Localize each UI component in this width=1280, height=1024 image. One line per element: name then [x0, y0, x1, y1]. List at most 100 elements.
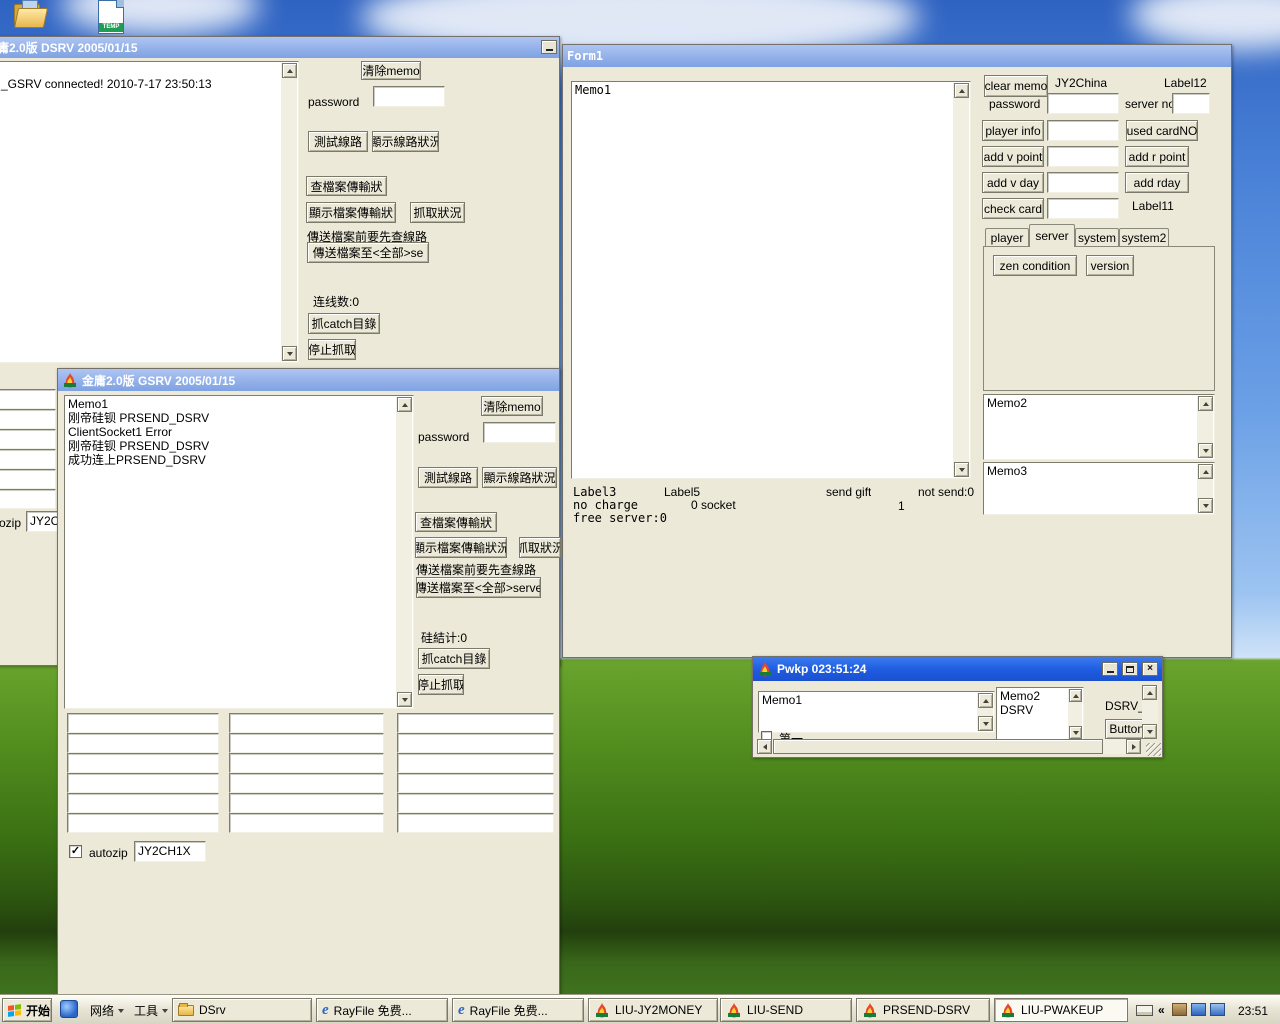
- dsrv-check-file-transfer-button[interactable]: 查檔案傳輸狀: [306, 176, 387, 196]
- dsrv-catch-status-button[interactable]: 抓取狀況: [410, 202, 465, 223]
- pwkp-titlebar[interactable]: Pwkp 023:51:24 ×: [753, 657, 1162, 681]
- text-field[interactable]: [0, 389, 56, 409]
- scrollbar[interactable]: [1197, 464, 1213, 513]
- dsrv-memo[interactable]: _GSRV connected! 2010-7-17 23:50:13: [0, 61, 299, 363]
- form1-memo2[interactable]: Memo2: [983, 394, 1215, 460]
- vertical-scrollbar[interactable]: [1142, 685, 1158, 739]
- form1-server-no-field[interactable]: [1172, 93, 1210, 114]
- form1-player-info-button[interactable]: player info: [982, 120, 1044, 141]
- scroll-up-button[interactable]: [1198, 464, 1213, 479]
- text-field[interactable]: [67, 813, 219, 833]
- gsrv-autozip-checkbox[interactable]: ✓: [69, 845, 82, 858]
- form1-used-cardno-button[interactable]: used cardNO: [1126, 120, 1198, 141]
- text-field[interactable]: [397, 733, 554, 753]
- toolbar-menu-network[interactable]: 网络: [90, 1002, 124, 1019]
- scroll-down-button[interactable]: [1198, 498, 1213, 513]
- scroll-up-button[interactable]: [1069, 689, 1082, 702]
- dsrv-test-line-button[interactable]: 測試線路: [308, 131, 368, 152]
- desktop-icon-temp[interactable]: TEMP: [94, 0, 134, 40]
- scroll-right-button[interactable]: [1126, 739, 1141, 754]
- tab-system[interactable]: system: [1075, 228, 1119, 247]
- dsrv-stop-catch-button[interactable]: 停止抓取: [308, 339, 356, 360]
- dsrv-show-line-button[interactable]: 顯示線路狀況: [372, 131, 439, 152]
- text-field[interactable]: [397, 813, 554, 833]
- form1-add-rday-button[interactable]: add rday: [1125, 172, 1189, 193]
- text-field[interactable]: [0, 489, 56, 509]
- taskbar-item-dsrv[interactable]: DSrv: [172, 998, 312, 1022]
- form1-memo3[interactable]: Memo3: [983, 462, 1215, 515]
- horizontal-scrollbar[interactable]: [757, 739, 1141, 754]
- dsrv-titlebar[interactable]: 金庸2.0版 DSRV 2005/01/15: [0, 37, 559, 58]
- text-field[interactable]: [0, 449, 56, 469]
- keyboard-layout-icon[interactable]: [1136, 1005, 1153, 1016]
- scroll-down-button[interactable]: [1142, 724, 1157, 739]
- tab-server[interactable]: server: [1029, 224, 1075, 247]
- toolbar-menu-tools[interactable]: 工具: [134, 1002, 168, 1019]
- form1-add-v-day-button[interactable]: add v day: [982, 172, 1044, 193]
- form1-check-card-button[interactable]: check card: [982, 198, 1044, 219]
- text-field[interactable]: [67, 773, 219, 793]
- text-field[interactable]: [397, 753, 554, 773]
- text-field[interactable]: [229, 773, 384, 793]
- scroll-down-button[interactable]: [978, 716, 993, 731]
- scrollbar[interactable]: [953, 83, 969, 477]
- quick-launch-icon[interactable]: [60, 1000, 78, 1018]
- text-field[interactable]: [229, 733, 384, 753]
- scroll-left-button[interactable]: [757, 739, 772, 754]
- text-field[interactable]: [229, 713, 384, 733]
- text-field[interactable]: [67, 713, 219, 733]
- scrollbar[interactable]: [1068, 689, 1082, 739]
- taskbar-item-rayfile-2[interactable]: e RayFile 免费...: [452, 998, 584, 1022]
- scroll-up-button[interactable]: [954, 83, 969, 98]
- scroll-down-button[interactable]: [282, 346, 297, 361]
- scroll-up-button[interactable]: [397, 397, 412, 412]
- text-field[interactable]: [229, 813, 384, 833]
- form1-check-card-field[interactable]: [1047, 198, 1119, 219]
- text-field[interactable]: [229, 793, 384, 813]
- text-field[interactable]: [0, 469, 56, 489]
- scrollbar[interactable]: [396, 397, 412, 707]
- gsrv-memo[interactable]: Memo1 刚帝硅钡 PRSEND_DSRV ClientSocket1 Err…: [64, 395, 414, 709]
- desktop-icon-folder[interactable]: [12, 0, 52, 40]
- form1-zen-condition-button[interactable]: zen condition: [993, 255, 1077, 276]
- minimize-button[interactable]: [1102, 662, 1118, 676]
- minimize-button[interactable]: [541, 40, 557, 54]
- form1-add-v-point-button[interactable]: add v point: [982, 146, 1044, 167]
- dsrv-catch-dir-button[interactable]: 抓catch目錄: [308, 313, 380, 334]
- form1-add-v-point-field[interactable]: [1047, 146, 1119, 167]
- taskbar-item-rayfile-1[interactable]: e RayFile 免费...: [316, 998, 448, 1022]
- text-field[interactable]: [397, 713, 554, 733]
- scroll-up-button[interactable]: [282, 63, 297, 78]
- scroll-down-button[interactable]: [1198, 443, 1213, 458]
- dsrv-password-field[interactable]: [373, 86, 445, 107]
- form1-titlebar[interactable]: Form1: [563, 45, 1231, 67]
- scroll-down-button[interactable]: [397, 692, 412, 707]
- taskbar-item-liu-jy2money[interactable]: LIU-JY2MONEY: [588, 998, 718, 1022]
- gsrv-clear-memo-button[interactable]: 清除memo: [481, 396, 543, 416]
- scrollbar[interactable]: [977, 693, 993, 731]
- tray-computer-icon[interactable]: [1210, 1003, 1225, 1016]
- text-field[interactable]: [67, 733, 219, 753]
- tab-system2[interactable]: system2: [1119, 228, 1169, 247]
- taskbar-item-prsend-dsrv[interactable]: PRSEND-DSRV: [856, 998, 990, 1022]
- form1-clear-memo-button[interactable]: clear memo: [984, 75, 1048, 97]
- text-field[interactable]: [67, 753, 219, 773]
- scroll-up-button[interactable]: [978, 693, 993, 708]
- form1-add-r-point-button[interactable]: add r point: [1125, 146, 1189, 167]
- text-field[interactable]: [397, 773, 554, 793]
- resize-grip[interactable]: [1146, 743, 1161, 756]
- form1-memo1[interactable]: Memo1: [571, 81, 971, 479]
- gsrv-check-file-transfer-button[interactable]: 查檔案傳輸狀: [415, 512, 497, 532]
- scrollbar[interactable]: [1197, 396, 1213, 458]
- dsrv-clear-memo-button[interactable]: 清除memo: [361, 61, 421, 80]
- form1-add-v-day-field[interactable]: [1047, 172, 1119, 193]
- scroll-down-button[interactable]: [1069, 726, 1082, 739]
- form1-player-info-field[interactable]: [1047, 120, 1119, 141]
- close-button[interactable]: ×: [1142, 662, 1158, 676]
- pwkp-listbox[interactable]: Memo2 DSRV: [996, 687, 1084, 741]
- gsrv-zip-field[interactable]: JY2CH1X: [134, 841, 206, 862]
- gsrv-test-line-button[interactable]: 測試線路: [418, 467, 478, 488]
- text-field[interactable]: [0, 409, 56, 429]
- gsrv-send-all-button[interactable]: 傳送檔案至<全部>serve: [416, 577, 541, 598]
- text-field[interactable]: [0, 429, 56, 449]
